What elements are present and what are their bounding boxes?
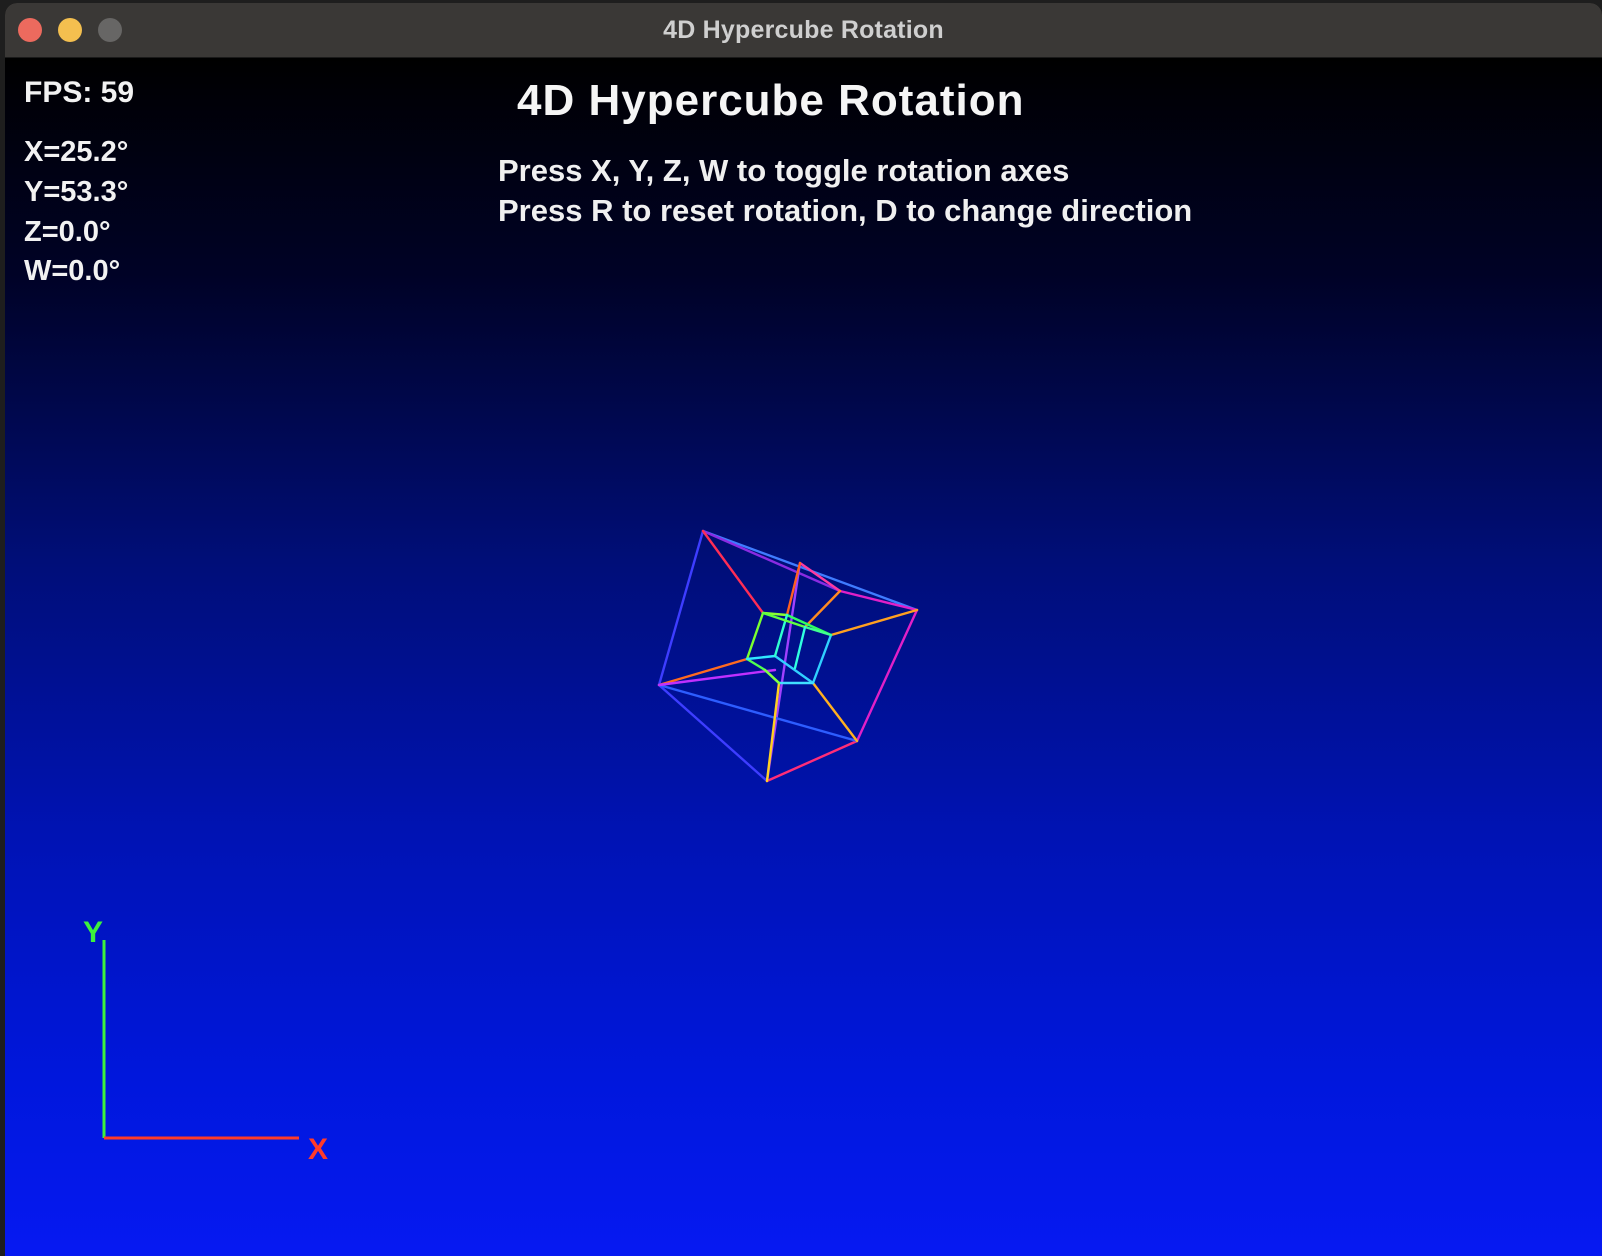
hypercube-edge (838, 589, 919, 612)
app-window: 4D Hypercube Rotation FPS: 59 X=25.2° Y=… (5, 3, 1602, 1256)
hypercube-edge (811, 681, 859, 743)
hypercube-edge (811, 633, 833, 685)
window-title: 4D Hypercube Rotation (663, 16, 944, 44)
help-text-reset: Press R to reset rotation, D to change d… (498, 193, 1193, 228)
hypercube-edge (765, 739, 859, 783)
hypercube-edge (745, 657, 767, 672)
hypercube-edge (745, 654, 777, 661)
hypercube-edge (745, 611, 765, 661)
hypercube-wireframe (657, 529, 919, 783)
y-axis-label: Y (83, 916, 104, 949)
scene-title: 4D Hypercube Rotation (517, 76, 1025, 125)
hypercube-edge (657, 529, 705, 687)
hypercube-edge (763, 668, 781, 685)
hypercube-edge (829, 608, 919, 637)
x-axis-label: X (308, 1133, 329, 1166)
hypercube-edge (773, 654, 815, 685)
hypercube-edge (657, 668, 777, 687)
fps-counter: FPS: 59 (24, 76, 135, 109)
hypercube-edge (657, 657, 749, 687)
hypercube-edge (803, 589, 842, 629)
hypercube-edge (765, 681, 781, 783)
hypercube-edge (793, 625, 807, 670)
rotation-z-readout: Z=0.0° (24, 216, 111, 248)
title-bar[interactable]: 4D Hypercube Rotation (5, 3, 1602, 58)
rotation-x-readout: X=25.2° (24, 136, 129, 168)
render-canvas[interactable]: FPS: 59 X=25.2° Y=53.3° Z=0.0° W=0.0° 4D… (5, 58, 1602, 1256)
rotation-w-readout: W=0.0° (24, 255, 121, 287)
help-text-axes: Press X, Y, Z, W to toggle rotation axes (498, 153, 1070, 188)
hypercube-edge (855, 608, 919, 743)
axis-gizmo (102, 940, 299, 1140)
rotation-y-readout: Y=53.3° (24, 176, 129, 208)
hypercube-viewport (102, 529, 919, 1140)
